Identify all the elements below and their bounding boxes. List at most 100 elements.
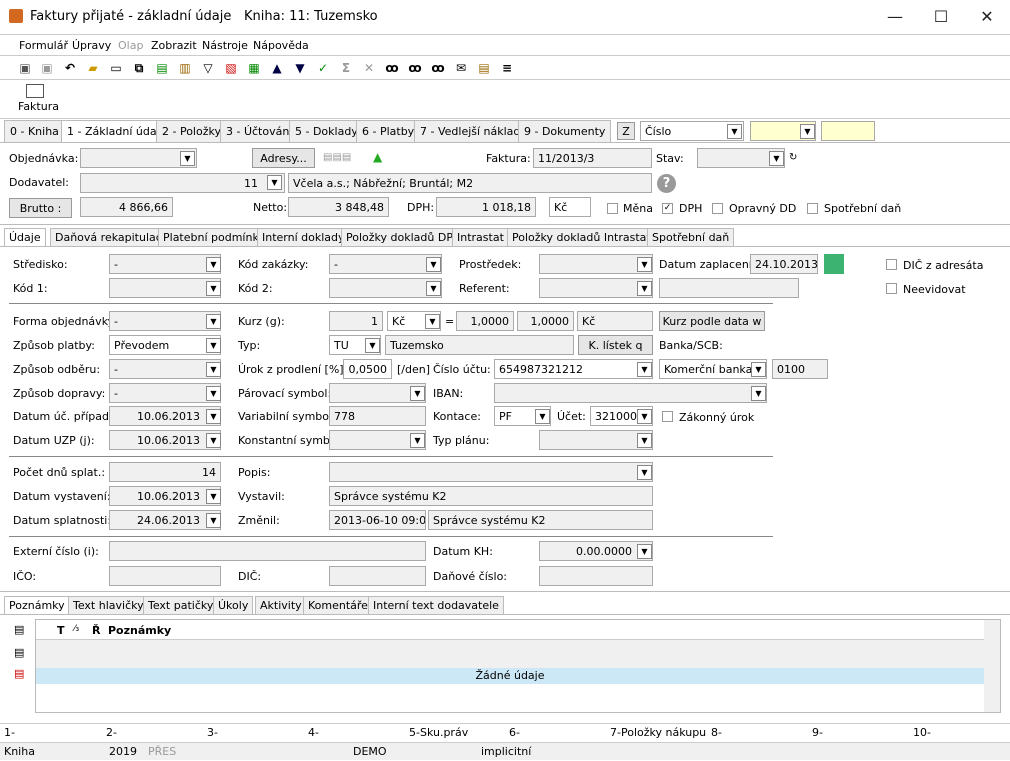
sum-icon[interactable]: Σ xyxy=(338,60,354,76)
itab-danova-rekapitulace[interactable]: Daňová rekapitulace xyxy=(50,228,174,246)
itab-polozky-dph[interactable]: Položky dokladů DPH xyxy=(341,228,467,246)
fkey-4[interactable]: 4- xyxy=(308,726,319,739)
report-icon[interactable]: ▤ xyxy=(476,60,492,76)
open-folder-icon[interactable]: ▰ xyxy=(85,60,101,76)
itab-udaje[interactable]: Údaje xyxy=(4,228,46,246)
itab-spotrebni-dan[interactable]: Spotřební daň xyxy=(647,228,735,246)
tab-vedlejsi-naklady[interactable]: 7 - Vedlejší náklady xyxy=(414,120,533,142)
help-icon[interactable]: ? xyxy=(657,174,676,193)
new-document-icon[interactable]: ▭ xyxy=(108,60,124,76)
chevron-down-icon[interactable]: ▼ xyxy=(206,409,221,424)
prostredek-select[interactable] xyxy=(539,254,653,274)
cislo-uctu-select[interactable]: 654987321212 xyxy=(494,359,653,379)
btab-aktivity[interactable]: Aktivity xyxy=(255,596,307,614)
menu-olap[interactable]: Olap xyxy=(118,39,143,52)
menu-formular[interactable]: Formulář xyxy=(19,39,68,52)
notes-grid[interactable]: T ⁄₃ Ř Poznámky Žádné údaje xyxy=(35,619,1001,713)
datum-uzp-value[interactable]: 10.06.2013 xyxy=(109,430,221,450)
dic-input[interactable] xyxy=(329,566,426,586)
urok-value[interactable]: 0,0500 xyxy=(343,359,392,379)
menu-upravy[interactable]: Úpravy xyxy=(72,39,111,52)
zpusob-odberu-select[interactable]: - xyxy=(109,359,221,379)
mena-checkbox[interactable] xyxy=(607,203,618,214)
externi-cislo-input[interactable] xyxy=(109,541,426,561)
ico-input[interactable] xyxy=(109,566,221,586)
chevron-down-icon[interactable]: ▼ xyxy=(637,465,652,480)
fkey-6[interactable]: 6- xyxy=(509,726,520,739)
save-icon[interactable]: ▣ xyxy=(17,60,33,76)
neevidovat-checkbox[interactable] xyxy=(886,283,897,294)
search-extra-input[interactable] xyxy=(821,121,875,141)
chevron-down-icon[interactable]: ▼ xyxy=(637,544,652,559)
refresh-icon[interactable]: ↻ xyxy=(789,152,797,163)
chevron-down-icon[interactable]: ▼ xyxy=(206,433,221,448)
itab-polozky-intrastatu[interactable]: Položky dokladů Intrastatu xyxy=(507,228,663,246)
typ-planu-select[interactable] xyxy=(539,430,653,450)
chevron-down-icon[interactable]: ▼ xyxy=(267,175,282,190)
col-poznamky[interactable]: Poznámky xyxy=(108,624,171,637)
tab-dokumenty[interactable]: 9 - Dokumenty xyxy=(518,120,612,142)
chevron-down-icon[interactable]: ▼ xyxy=(637,257,652,272)
filter-icon[interactable]: ▽ xyxy=(200,60,216,76)
chevron-down-icon[interactable]: ▼ xyxy=(206,338,221,353)
dodavatel-number[interactable]: 11 xyxy=(80,173,285,193)
tools-icon[interactable]: ✕ xyxy=(361,60,377,76)
arrow-up-icon[interactable]: ▲ xyxy=(269,60,285,76)
btab-text-hlavicky[interactable]: Text hlavičky xyxy=(68,596,149,614)
itab-platebni-podminky[interactable]: Platební podmínky xyxy=(158,228,270,246)
menu-nastroje[interactable]: Nástroje xyxy=(202,39,248,52)
lock-icon[interactable]: ▤ xyxy=(154,60,170,76)
menu-zobrazit[interactable]: Zobrazit xyxy=(151,39,197,52)
zakonny-urok-checkbox[interactable] xyxy=(662,411,673,422)
fkey-2[interactable]: 2- xyxy=(106,726,117,739)
itab-intrastat[interactable]: Intrastat xyxy=(452,228,509,246)
chevron-down-icon[interactable]: ▼ xyxy=(800,124,815,139)
save-all-icon[interactable]: ▣ xyxy=(39,60,55,76)
fkey-10[interactable]: 10- xyxy=(913,726,931,739)
chevron-down-icon[interactable]: ▼ xyxy=(425,314,440,329)
copy-icon[interactable]: ⧉ xyxy=(131,60,147,76)
menu-napoveda[interactable]: Nápověda xyxy=(253,39,309,52)
itab-interni-doklady[interactable]: Interní doklady xyxy=(257,228,350,246)
fkey-9[interactable]: 9- xyxy=(812,726,823,739)
arrow-down-icon[interactable]: ▼ xyxy=(292,60,308,76)
chevron-down-icon[interactable]: ▼ xyxy=(426,281,441,296)
opravny-checkbox[interactable] xyxy=(712,203,723,214)
add-note-icon[interactable]: ▤ xyxy=(14,623,24,636)
undo-icon[interactable]: ↶ xyxy=(62,60,78,76)
datum-kh-value[interactable]: 0.00.0000 xyxy=(539,541,653,561)
fkey-7[interactable]: 7-Položky nákupu xyxy=(610,726,706,739)
dic-adresata-checkbox[interactable] xyxy=(886,259,897,270)
chevron-down-icon[interactable]: ▼ xyxy=(637,409,652,424)
menu-lines-icon[interactable]: ≡ xyxy=(499,60,515,76)
col-slash[interactable]: ⁄₃ xyxy=(74,624,79,634)
notes-scrollbar[interactable] xyxy=(984,620,1000,712)
zpusob-dopravy-select[interactable]: - xyxy=(109,383,221,403)
zpusob-platby-select[interactable]: Převodem xyxy=(109,335,221,355)
chevron-down-icon[interactable]: ▼ xyxy=(535,409,550,424)
z-button[interactable]: Z xyxy=(617,122,635,140)
forma-obj-select[interactable]: - xyxy=(109,311,221,331)
fkey-1[interactable]: 1- xyxy=(4,726,15,739)
spotrebni-checkbox[interactable] xyxy=(807,203,818,214)
fkey-3[interactable]: 3- xyxy=(207,726,218,739)
faktura-action[interactable]: Faktura xyxy=(18,100,59,113)
tab-uctovani[interactable]: 3 - Účtování xyxy=(220,120,299,142)
tab-kniha[interactable]: 0 - Kniha xyxy=(4,120,65,142)
chevron-down-icon[interactable]: ▼ xyxy=(206,489,221,504)
chevron-down-icon[interactable]: ▼ xyxy=(410,433,425,448)
chevron-down-icon[interactable]: ▼ xyxy=(727,124,742,139)
book-icon[interactable]: ▥ xyxy=(177,60,193,76)
chevron-down-icon[interactable]: ▼ xyxy=(206,281,221,296)
iban-select[interactable] xyxy=(494,383,767,403)
danove-cislo-input[interactable] xyxy=(539,566,653,586)
chevron-down-icon[interactable]: ▼ xyxy=(410,386,425,401)
edit-note-icon[interactable]: ▤ xyxy=(14,646,24,659)
chevron-down-icon[interactable]: ▼ xyxy=(426,257,441,272)
datum-vyst-value[interactable]: 10.06.2013 xyxy=(109,486,221,506)
chevron-down-icon[interactable]: ▼ xyxy=(769,151,784,166)
fkey-8[interactable]: 8- xyxy=(711,726,722,739)
tab-platby[interactable]: 6 - Platby xyxy=(356,120,421,142)
find-all-icon[interactable]: ꝏ xyxy=(430,60,446,76)
referent-select[interactable] xyxy=(539,278,653,298)
